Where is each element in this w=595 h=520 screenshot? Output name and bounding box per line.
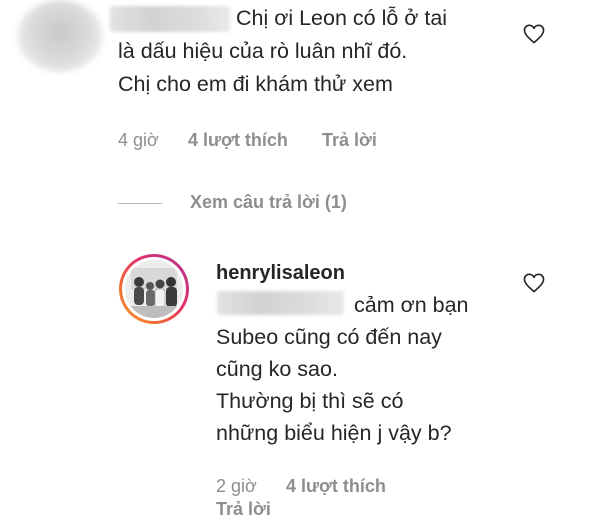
reply-time: 2 giờ: [216, 476, 257, 496]
reply-likes-link[interactable]: 4 lượt thích: [286, 476, 386, 497]
commenter-username-redacted[interactable]: [110, 6, 230, 32]
family-photo-thumbnail: [125, 260, 183, 318]
reply-text-line-4: Thường bị thì sẽ có: [216, 389, 404, 413]
reply-text-line-1: cảm ơn bạn: [354, 293, 469, 317]
reply-text-line-5: những biểu hiện j vậy b?: [216, 421, 452, 445]
mentioned-username-redacted[interactable]: [217, 291, 344, 315]
reply-avatar[interactable]: [119, 254, 189, 324]
commenter-avatar[interactable]: [17, 0, 103, 72]
reply-text-line-2: Subeo cũng có đến nay: [216, 325, 442, 349]
reply-reply-button[interactable]: Trả lời: [216, 499, 271, 520]
comment-text-line-1: Chị ơi Leon có lỗ ở tai: [236, 6, 448, 30]
like-heart-icon[interactable]: [523, 24, 545, 44]
reply-like-heart-icon[interactable]: [523, 273, 545, 293]
comment-text-line-3: Chị cho em đi khám thử xem: [118, 72, 393, 96]
comment-text-line-2: là dấu hiệu của rò luân nhĩ đó.: [118, 39, 408, 63]
reply-username-link[interactable]: henrylisaleon: [216, 262, 345, 285]
view-replies-button[interactable]: Xem câu trả lời (1): [190, 192, 347, 213]
view-replies-divider: [118, 203, 162, 204]
comment-reply-button[interactable]: Trả lời: [322, 130, 377, 151]
comment-likes-link[interactable]: 4 lượt thích: [188, 130, 288, 151]
reply-text-line-3: cũng ko sao.: [216, 357, 338, 381]
comment-time: 4 giờ: [118, 130, 159, 150]
